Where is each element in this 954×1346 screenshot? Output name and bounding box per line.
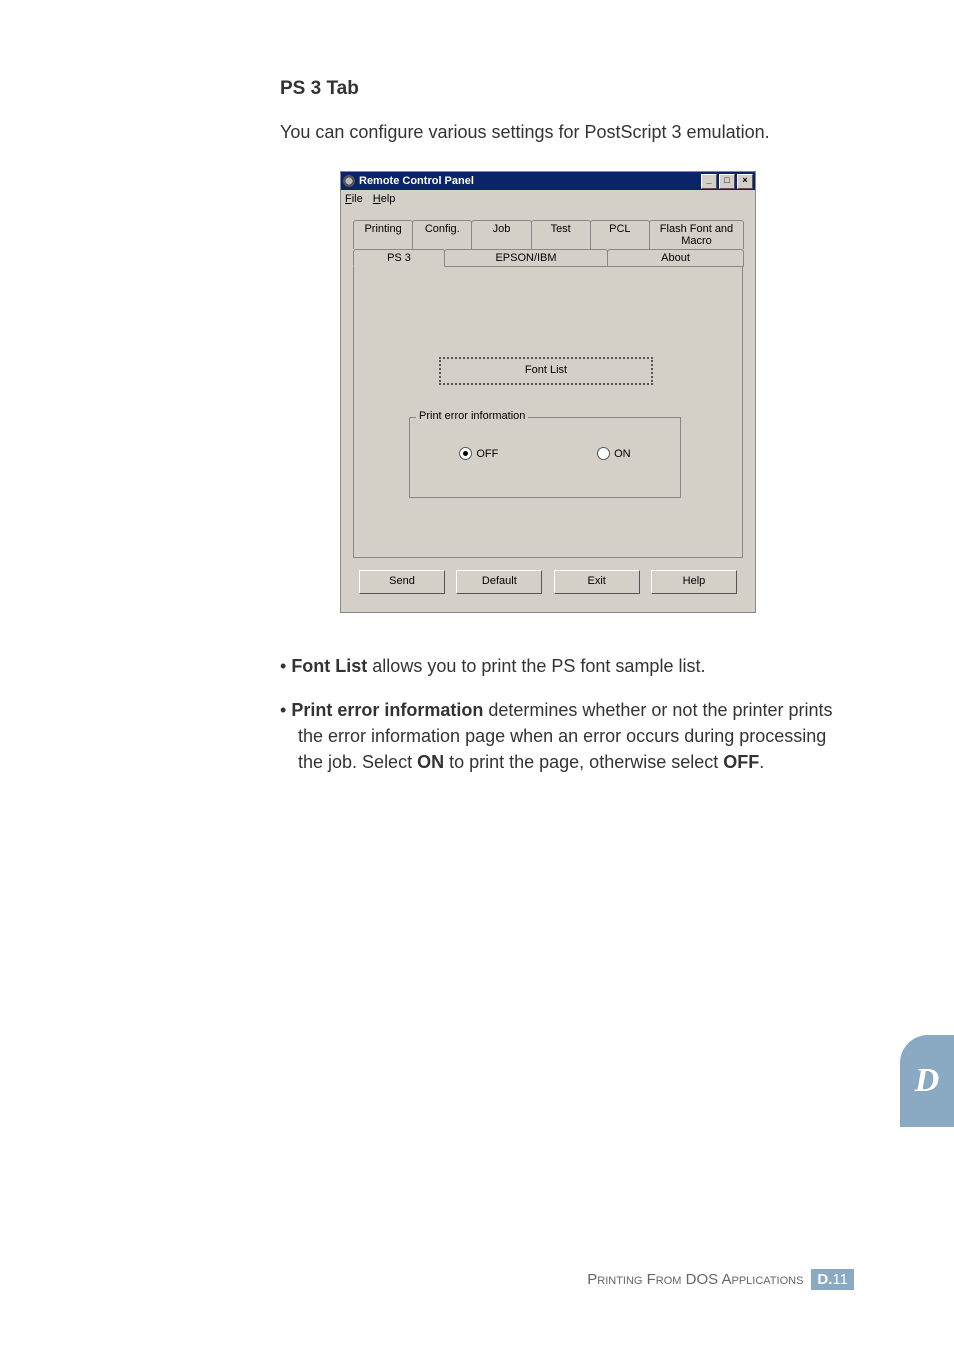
tab-flash-font-macro[interactable]: Flash Font and Macro [649,220,744,249]
font-list-button[interactable]: Font List [439,357,653,385]
bullet1-bold: Font List [291,656,367,676]
bullet2-mid2: to print the page, otherwise select [444,752,723,772]
menu-help[interactable]: Help [373,193,396,205]
tabs-row-1: Printing Config. Job Test PCL Flash Font… [353,220,743,249]
exit-button[interactable]: Exit [554,570,640,594]
bullet2-off: OFF [723,752,759,772]
print-error-group-title: Print error information [416,410,528,422]
tab-pcl[interactable]: PCL [590,220,650,249]
radio-off[interactable]: OFF [459,447,498,460]
radio-off-indicator [459,447,472,460]
app-icon [343,175,355,187]
page-badge-letter: D. [817,1271,832,1288]
tabs-row-2: PS 3 EPSON/IBM About [353,249,743,267]
app-window: Remote Control Panel _ □ × File Help Pri… [340,171,756,613]
send-button[interactable]: Send [359,570,445,594]
radio-on-indicator [597,447,610,460]
minimize-button[interactable]: _ [701,174,717,189]
default-button[interactable]: Default [456,570,542,594]
bullet2-bold: Print error information [291,700,483,720]
titlebar: Remote Control Panel _ □ × [341,172,755,190]
menubar: File Help [341,190,755,208]
footer-text: Printing From DOS Applications [587,1271,803,1288]
maximize-button[interactable]: □ [719,174,735,189]
tab-about[interactable]: About [607,249,744,267]
bullet-print-error: Print error information determines wheth… [280,697,840,775]
print-error-groupbox: Print error information OFF ON [409,417,681,498]
dialog-buttons: Send Default Exit Help [353,558,743,600]
menu-file[interactable]: File [345,193,363,205]
page-footer: Printing From DOS Applications D.11 [587,1269,854,1290]
tab-printing[interactable]: Printing [353,220,413,249]
help-button[interactable]: Help [651,570,737,594]
bullet1-rest: allows you to print the PS font sample l… [367,656,705,676]
tab-config[interactable]: Config. [412,220,472,249]
tab-test[interactable]: Test [531,220,591,249]
section-heading: PS 3 Tab [280,78,840,100]
close-button[interactable]: × [737,174,753,189]
tab-job[interactable]: Job [471,220,531,249]
bullet-font-list: Font List allows you to print the PS fon… [280,653,840,679]
bullet2-end: . [759,752,764,772]
bullet2-on: ON [417,752,444,772]
tab-epson-ibm[interactable]: EPSON/IBM [444,249,608,267]
bullet-list: Font List allows you to print the PS fon… [280,653,840,775]
page-badge: D.11 [811,1269,854,1290]
radio-on-label: ON [614,448,631,460]
intro-text: You can configure various settings for P… [280,122,840,143]
tab-pane-ps3: Font List Print error information OFF ON [353,266,743,558]
tab-ps3[interactable]: PS 3 [353,249,445,267]
window-title: Remote Control Panel [359,175,474,187]
radio-off-label: OFF [476,448,498,460]
radio-on[interactable]: ON [597,447,631,460]
side-tab-d: D [900,1035,954,1127]
page-badge-num: 11 [832,1271,848,1288]
